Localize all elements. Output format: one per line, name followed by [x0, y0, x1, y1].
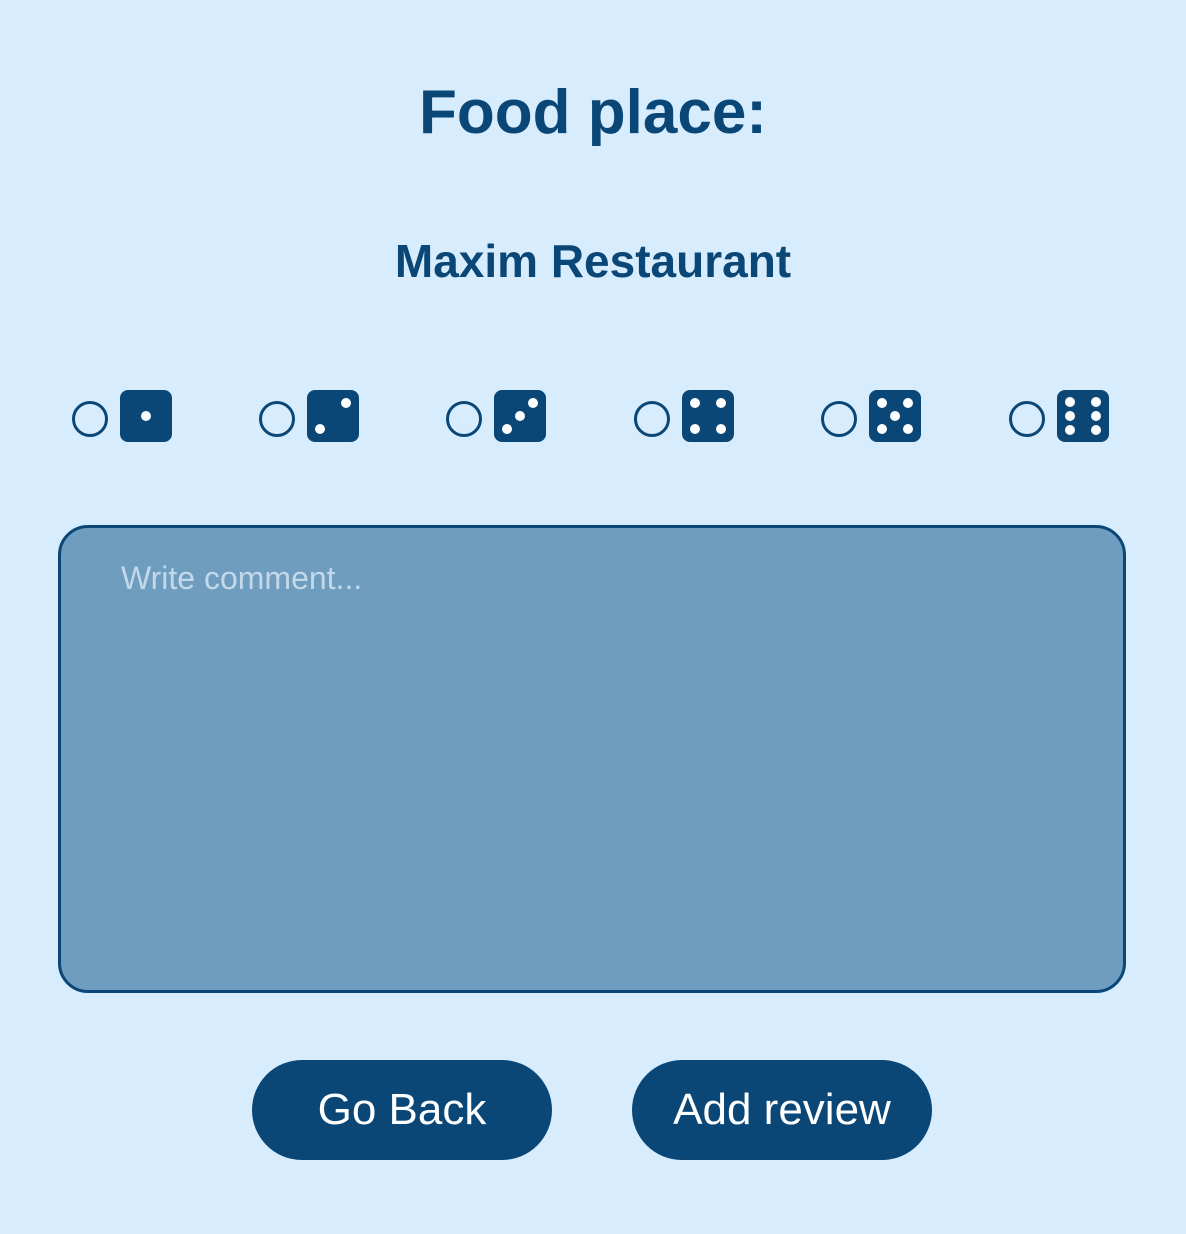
- dice-five-icon: [869, 390, 921, 442]
- rating-radio-5[interactable]: [821, 401, 857, 437]
- comment-input[interactable]: [58, 525, 1126, 993]
- rating-option-3[interactable]: [446, 390, 546, 442]
- rating-option-5[interactable]: [821, 390, 921, 442]
- place-name: Maxim Restaurant: [394, 235, 792, 287]
- dice-four-icon: [682, 390, 734, 442]
- go-back-button[interactable]: Go Back: [252, 1060, 552, 1160]
- rating-group: [0, 390, 1186, 442]
- dice-three-icon: [494, 390, 546, 442]
- dice-six-icon: [1057, 390, 1109, 442]
- add-review-button[interactable]: Add review: [632, 1060, 932, 1160]
- rating-option-2[interactable]: [259, 390, 359, 442]
- rating-radio-6[interactable]: [1009, 401, 1045, 437]
- rating-option-6[interactable]: [1009, 390, 1109, 442]
- rating-option-1[interactable]: [72, 390, 172, 442]
- dice-two-icon: [307, 390, 359, 442]
- page-title: Food place:: [419, 78, 767, 147]
- rating-radio-2[interactable]: [259, 401, 295, 437]
- rating-radio-1[interactable]: [72, 401, 108, 437]
- dice-one-icon: [120, 390, 172, 442]
- rating-radio-3[interactable]: [446, 401, 482, 437]
- rating-radio-4[interactable]: [634, 401, 670, 437]
- rating-option-4[interactable]: [634, 390, 734, 442]
